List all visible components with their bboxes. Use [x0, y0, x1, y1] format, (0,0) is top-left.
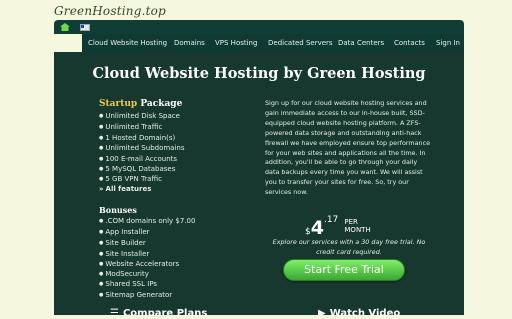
feature-item: 100 E-mail Accounts: [99, 155, 177, 163]
start-free-trial-button[interactable]: Start Free Trial: [283, 259, 405, 281]
page-title: Cloud Website Hosting by Green Hosting: [92, 65, 426, 82]
price-amount: 4: [310, 217, 324, 239]
price-period: PER MONTH: [344, 218, 370, 234]
price-per: PER: [344, 218, 358, 226]
feature-item: Unlimited Subdomains: [99, 144, 184, 152]
all-features-link[interactable]: All features: [99, 185, 152, 193]
compare-plans-label: Compare Plans: [122, 308, 208, 319]
nav-item-vps-hosting[interactable]: VPS Hosting: [215, 39, 257, 47]
trial-note: Explore our services with a 30 day free …: [272, 238, 426, 256]
bonus-item: App Installer: [99, 228, 149, 236]
nav-item-domains[interactable]: Domains: [174, 39, 205, 47]
nav-item-sign-in[interactable]: Sign In: [436, 39, 460, 47]
bonus-item: Website Accelerators: [99, 260, 179, 268]
feature-item: 5 MySQL Databases: [99, 165, 175, 173]
feature-item: 5 GB VPN Traffic: [99, 175, 162, 183]
nav-item-dedicated-servers[interactable]: Dedicated Servers: [268, 39, 333, 47]
price-month: MONTH: [344, 226, 371, 234]
watch-video-link[interactable]: ▶ Watch Video: [318, 308, 400, 319]
bonuses-title: Bonuses: [99, 205, 137, 215]
home-icon[interactable]: [60, 23, 70, 31]
main-nav: Cloud Website Hosting Domains VPS Hostin…: [54, 34, 464, 52]
nav-item-contacts[interactable]: Contacts: [394, 39, 425, 47]
list-icon: ☰: [110, 308, 119, 319]
bonus-item: .COM domains only $7.00: [99, 217, 195, 225]
bonus-item: Site Installer: [99, 250, 149, 258]
play-icon: ▶: [318, 308, 326, 319]
watch-video-label: Watch Video: [329, 308, 401, 319]
bonus-item: ModSecurity: [99, 270, 149, 278]
nav-active-tab[interactable]: [54, 34, 82, 52]
feature-item: 1 Hosted Domain(s): [99, 134, 175, 142]
plan-description: Sign up for our cloud website hosting se…: [265, 99, 431, 197]
feature-item: Unlimited Traffic: [99, 123, 162, 131]
compare-plans-link[interactable]: ☰ Compare Plans: [110, 308, 207, 319]
hero-panel: Cloud Website Hosting by Green Hosting S…: [54, 52, 464, 319]
top-bar: [54, 20, 464, 34]
price: $4.17 PER MONTH: [305, 213, 371, 239]
site-logo[interactable]: GreenHosting.top: [54, 4, 166, 18]
package-name: Startup: [99, 99, 138, 109]
nav-item-cloud-website-hosting[interactable]: Cloud Website Hosting: [88, 39, 167, 47]
bonus-item: Sitemap Generator: [99, 291, 172, 299]
package-title: Startup Package: [99, 99, 182, 109]
package-label: Package: [140, 99, 183, 109]
bonus-item: Site Builder: [99, 239, 145, 247]
price-cents: .17: [323, 215, 339, 225]
feature-item: Unlimited Disk Space: [99, 112, 180, 120]
bonus-item: Shared SSL IPs: [99, 280, 157, 288]
nav-item-data-centers[interactable]: Data Centers: [338, 39, 384, 47]
flag-icon[interactable]: [80, 24, 90, 31]
